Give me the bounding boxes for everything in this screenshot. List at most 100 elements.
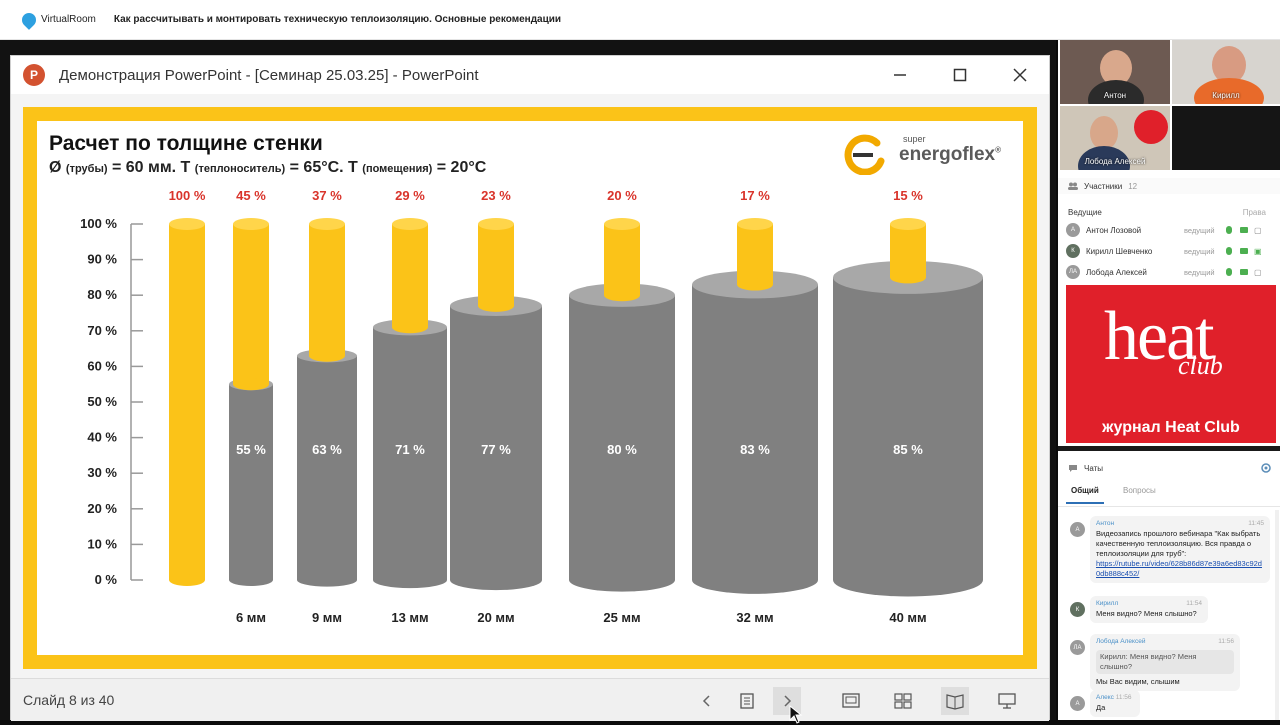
minimize-button[interactable] [885,63,915,87]
maximize-icon [953,68,967,82]
club-logo-word: club [1178,351,1223,380]
chat-tab-questions[interactable]: Вопросы [1123,486,1156,495]
slide-content: Расчет по толщине стенки Ø (трубы) = 60 … [37,121,1023,655]
participants-header[interactable]: Участники 12 [1058,178,1280,194]
hosts-group-label: Ведущие [1068,207,1102,217]
category-label: 9 мм [312,610,342,625]
normal-view-button[interactable] [837,687,865,715]
slideshow-toolbar: Слайд 8 из 40 [11,678,1049,724]
pipe-top [604,218,640,230]
video-tile-loboda[interactable]: Лобода Алексей [1060,106,1170,170]
slide: Расчет по толщине стенки Ø (трубы) = 60 … [23,107,1037,669]
pipe-body [309,224,345,356]
pipe-top [392,218,428,230]
pipe-base [478,299,514,312]
notes-icon [740,693,754,709]
banner-caption: журнал Heat Club [1102,419,1240,436]
message-text: Меня видно? Меня слышно? [1096,608,1197,618]
pipe-body [478,224,514,306]
message-link[interactable]: https://rutube.ru/video/628b86d87e39a6ed… [1096,559,1262,578]
notes-button[interactable] [733,687,761,715]
slideshow-button[interactable] [993,687,1021,715]
heat-loss-label: 45 % [236,188,266,203]
participants-title: Участники [1084,181,1123,191]
message-time: 11:56 [1218,638,1234,645]
heat-loss-label: 17 % [740,188,770,203]
participant-row[interactable]: К Кирилл Шевченко ведущий ▣ [1066,241,1276,261]
camera-icon[interactable] [1240,227,1248,233]
insulation-body [833,277,983,580]
pipe-top [890,218,926,230]
settings-gear-icon[interactable] [1260,462,1272,474]
chat-message[interactable]: А Антон Видеозапись прошлого вебинара "К… [1066,516,1270,590]
participant-row[interactable]: ЛА Лобода Алексей ведущий ▢ [1066,262,1276,282]
meeting-title: Как рассчитывать и монтировать техническ… [113,14,562,25]
pipe-body [169,224,205,580]
participant-name: Кирилл Шевченко [1086,246,1153,256]
message-avatar: А [1070,522,1085,537]
category-label: 20 мм [477,610,514,625]
screen-share-icon[interactable]: ▣ [1254,247,1262,256]
category-label: 25 мм [603,610,640,625]
mouse-cursor-icon [789,705,803,724]
microphone-icon[interactable] [1226,247,1232,255]
minimize-icon [894,74,906,76]
pipe-base [309,349,345,362]
y-tick-label: 60 % [87,358,117,373]
previous-slide-button[interactable] [693,687,721,715]
insulation-body [229,384,273,580]
normal-view-icon [842,693,860,708]
insulation-bottom [373,571,447,589]
chat-message[interactable]: К Кирилл Меня видно? Меня слышно? 11:54 [1066,596,1270,628]
y-tick-label: 100 % [80,216,117,231]
heat-loss-label: 23 % [481,188,511,203]
insulation-value-label: 63 % [312,442,342,457]
video-tile-empty [1172,106,1280,170]
heat-club-banner[interactable]: heat club журнал Heat Club [1066,285,1276,443]
close-button[interactable] [1005,63,1035,87]
chat-tab-general[interactable]: Общий [1071,486,1099,495]
panel-divider [1058,446,1280,451]
pipe-bottom [169,574,205,586]
insulation-value-label: 83 % [740,442,770,457]
insulation-value-label: 71 % [395,442,425,457]
message-bubble: Антон Видеозапись прошлого вебинара "Как… [1090,516,1270,584]
chat-scrollbar[interactable] [1275,510,1279,720]
video-tile-kirill[interactable]: Кирилл [1172,40,1280,104]
message-avatar: К [1070,602,1085,617]
participant-role: ведущий [1184,267,1215,277]
video-tile-anton[interactable]: Антон [1060,40,1170,104]
insulation-bottom [297,573,357,587]
camera-icon[interactable] [1240,248,1248,254]
presentation-icon [998,693,1016,709]
chat-message[interactable]: А Алекс 11:56 Да [1066,690,1270,720]
video-name: Антон [1103,91,1127,100]
camera-icon[interactable] [1240,269,1248,275]
pipe-base [233,378,269,391]
insulation-value-label: 80 % [607,442,637,457]
reading-view-button[interactable] [941,687,969,715]
pipe-base [392,321,428,334]
message-bubble: Лобода Алексей Кирилл: Меня видно? Меня … [1090,634,1240,692]
participant-name: Лобода Алексей [1086,267,1147,277]
microphone-icon[interactable] [1226,226,1232,234]
screen-share-icon[interactable]: ▢ [1254,226,1262,235]
maximize-button[interactable] [945,63,975,87]
pipe-body [737,224,773,285]
screen-share-icon[interactable]: ▢ [1254,268,1262,277]
message-text: Да [1096,702,1106,712]
slide-sorter-button[interactable] [889,687,917,715]
chat-bubble-icon [1069,464,1077,472]
participant-name: Антон Лозовой [1086,225,1142,235]
participant-role: ведущий [1184,246,1215,256]
chat-message[interactable]: ЛА Лобода Алексей Кирилл: Меня видно? Ме… [1066,634,1270,692]
y-tick-label: 10 % [87,536,117,551]
window-titlebar[interactable]: P Демонстрация PowerPoint - [Семинар 25.… [11,56,1049,94]
app-logo[interactable]: VirtualRoom [19,9,96,30]
microphone-icon[interactable] [1226,268,1232,276]
message-bubble: Кирилл Меня видно? Меня слышно? 11:54 [1090,596,1208,623]
pipe-top [233,218,269,230]
rights-label: Права [1242,207,1266,217]
participant-row[interactable]: А Антон Лозовой ведущий ▢ [1066,220,1276,240]
thickness-chart: 0 % 10 % 20 % 30 % 40 % 50 % 60 % 70 % 80 % 90 % 1… [80,188,983,625]
